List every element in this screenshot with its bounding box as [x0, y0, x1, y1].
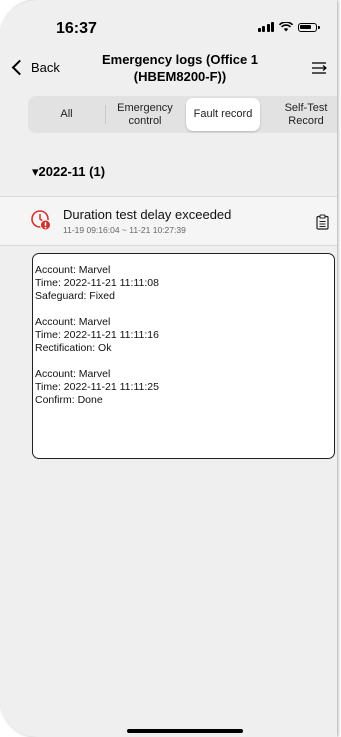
page-title-line2: (HBEM8200-F)) — [133, 69, 227, 84]
phone-screen: 16:37 Back Emergency logs (Office 1 (HBE… — [0, 0, 337, 737]
tab-emergency-control[interactable]: Emergency control — [105, 96, 185, 133]
detail-account: Account: Marvel — [35, 264, 111, 276]
tab-bar: All Emergency control Fault record Self-… — [28, 96, 337, 133]
status-bar: 16:37 — [0, 0, 337, 44]
detail-entry: Account: Marvel Time: 2022-11-21 11:11:2… — [35, 368, 334, 407]
tab-self-test-record[interactable]: Self-Test Record — [264, 96, 337, 133]
divider — [0, 245, 337, 246]
status-icons — [257, 22, 320, 32]
menu-icon[interactable] — [311, 61, 327, 75]
tab-all[interactable]: All — [28, 96, 105, 133]
page-title: Emergency logs (Office 1 (HBEM8200-F)) — [95, 51, 265, 85]
page-title-line1: Emergency logs (Office 1 — [101, 52, 259, 67]
detail-status: Safeguard: Fixed — [35, 290, 115, 302]
nav-bar: Back Emergency logs (Office 1 (HBEM8200-… — [0, 48, 337, 90]
back-button[interactable]: Back — [11, 59, 60, 76]
status-time: 16:37 — [56, 20, 97, 37]
battery-icon — [298, 22, 320, 32]
tab-emergency-control-label: Emergency control — [117, 101, 173, 127]
detail-time: Time: 2022-11-21 11:11:25 — [35, 381, 159, 393]
chevron-left-icon — [11, 59, 28, 76]
signal-icon — [257, 22, 274, 32]
month-group-header[interactable]: ▾2022-11 (1) — [32, 164, 105, 180]
record-time-range: 11-19 09:16:04 ~ 11-21 10:27:39 — [63, 225, 186, 235]
detail-status: Confirm: Done — [35, 394, 103, 406]
detail-entry: Account: Marvel Time: 2022-11-21 11:11:0… — [35, 264, 334, 303]
tab-self-test-record-label: Self-Test Record — [284, 101, 328, 127]
detail-account: Account: Marvel — [35, 316, 111, 328]
detail-status: Rectification: Ok — [35, 342, 112, 354]
record-title: Duration test delay exceeded — [63, 207, 232, 222]
clipboard-icon[interactable] — [316, 214, 329, 230]
detail-time: Time: 2022-11-21 11:11:16 — [35, 329, 159, 341]
detail-time: Time: 2022-11-21 11:11:08 — [35, 277, 159, 289]
detail-entry: Account: Marvel Time: 2022-11-21 11:11:1… — [35, 316, 334, 355]
detail-account: Account: Marvel — [35, 368, 111, 380]
back-label: Back — [31, 60, 60, 75]
alarm-clock-warning-icon — [31, 210, 51, 231]
home-indicator[interactable] — [127, 729, 243, 733]
tab-fault-record[interactable]: Fault record — [186, 98, 260, 131]
record-detail-box: Account: Marvel Time: 2022-11-21 11:11:0… — [32, 253, 335, 459]
wifi-icon — [279, 22, 293, 32]
